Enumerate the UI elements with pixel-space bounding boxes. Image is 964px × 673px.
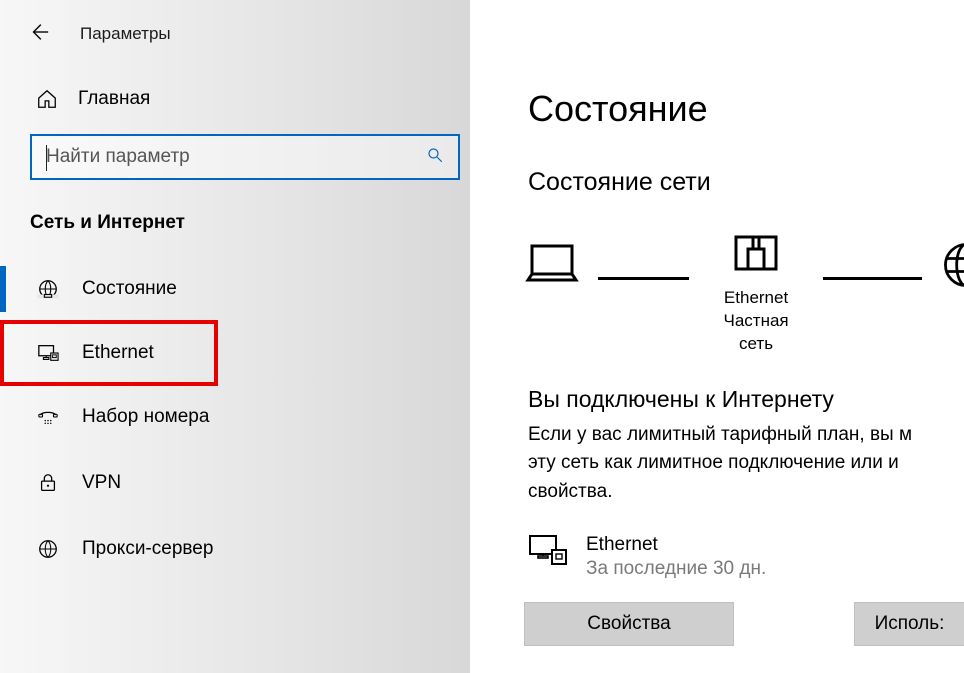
adapter-name: Ethernet	[586, 534, 766, 556]
properties-button[interactable]: Свойства	[524, 602, 734, 646]
diagram-router-label: Ethernet Частная сеть	[705, 287, 808, 356]
globe-icon	[938, 237, 964, 293]
sidebar-item-status[interactable]: Состояние	[0, 256, 470, 322]
diagram-pc	[522, 240, 582, 344]
search-wrap	[0, 128, 470, 180]
search-box[interactable]	[30, 134, 460, 180]
diagram-globe	[938, 237, 964, 347]
router-icon	[726, 229, 786, 279]
text-caret	[46, 145, 47, 171]
sidebar-item-home[interactable]: Главная	[0, 58, 470, 128]
diagram-line	[823, 277, 922, 280]
data-usage-button[interactable]: Исполь:	[854, 602, 964, 646]
diagram-router: Ethernet Частная сеть	[705, 229, 808, 356]
connected-description: Если у вас лимитный тарифный план, вы м …	[528, 421, 964, 507]
dialup-icon	[36, 406, 60, 428]
sidebar-item-proxy[interactable]: Прокси-сервер	[0, 516, 470, 582]
adapter-icon	[528, 534, 568, 573]
laptop-icon	[522, 240, 582, 290]
diagram-router-name: Ethernet	[724, 288, 788, 307]
adapter-sub: За последние 30 дн.	[586, 558, 766, 580]
proxy-icon	[36, 538, 60, 560]
ethernet-icon	[36, 342, 60, 364]
home-label: Главная	[78, 88, 150, 110]
sidebar-item-label: Ethernet	[82, 342, 154, 364]
diagram-line	[598, 277, 689, 280]
adapter-row: Ethernet За последние 30 дн.	[528, 534, 964, 580]
sidebar-item-label: Набор номера	[82, 406, 209, 428]
search-input[interactable]	[46, 146, 426, 168]
sidebar-item-label: Состояние	[82, 278, 177, 300]
status-icon	[36, 278, 60, 300]
sidebar-item-vpn[interactable]: VPN	[0, 450, 470, 516]
network-status-heading: Состояние сети	[528, 168, 964, 197]
connected-heading: Вы подключены к Интернету	[528, 386, 964, 413]
network-diagram: Ethernet Частная сеть	[522, 229, 964, 356]
sidebar-item-ethernet[interactable]: Ethernet	[0, 320, 218, 386]
vpn-icon	[36, 472, 60, 494]
home-icon	[36, 88, 58, 110]
main-content: Состояние Состояние сети Ethernet Частна…	[470, 0, 964, 673]
titlebar: Параметры	[0, 10, 470, 58]
search-icon[interactable]	[426, 146, 444, 169]
sidebar: Параметры Главная Сеть и Интернет Состоя…	[0, 0, 470, 673]
diagram-router-sub: Частная сеть	[724, 311, 789, 353]
sidebar-item-label: Прокси-сервер	[82, 538, 213, 560]
diagram-pc-label	[550, 298, 555, 344]
sidebar-item-label: VPN	[82, 472, 121, 494]
page-title: Состояние	[528, 88, 964, 130]
button-row: Свойства Исполь:	[524, 602, 964, 646]
section-title: Сеть и Интернет	[0, 180, 470, 256]
app-title: Параметры	[80, 24, 171, 44]
sidebar-item-dialup[interactable]: Набор номера	[0, 384, 470, 450]
back-arrow-icon[interactable]	[28, 21, 50, 48]
